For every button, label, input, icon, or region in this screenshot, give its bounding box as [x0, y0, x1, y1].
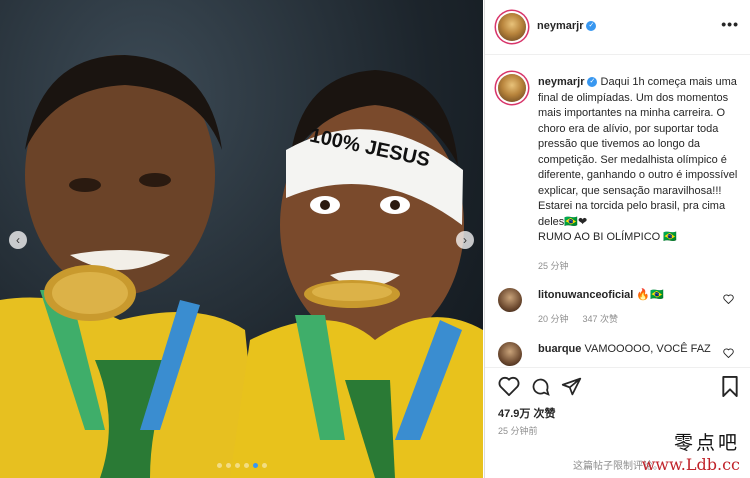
caption-text: neymarjr ✓ Daqui 1h começa mais uma final… — [538, 75, 743, 246]
next-image-button[interactable]: › — [456, 231, 474, 249]
caption-author-avatar[interactable] — [498, 74, 526, 102]
previous-image-button[interactable]: ‹ — [9, 231, 27, 249]
post-side-panel: neymarjr ✓ ••• neymarjr ✓ Daqui 1h começa … — [484, 0, 750, 478]
comment-item: buarque VAMOOOOO, VOCÊ FAZ E FEZ PARTE D… — [485, 342, 750, 366]
post-photo-illustration: 100% JESUS — [0, 55, 483, 478]
site-watermark: 零点吧 www.Ldb.cc — [642, 428, 740, 474]
carousel-dot — [217, 463, 222, 468]
carousel-dot — [244, 463, 249, 468]
comment-text: buarque VAMOOOOO, VOCÊ FAZ E FEZ PARTE D… — [538, 343, 713, 355]
commenter-avatar[interactable] — [498, 342, 522, 366]
caption-timestamp: 25 分钟 — [538, 261, 569, 271]
commenter-avatar[interactable] — [498, 288, 522, 312]
author-avatar[interactable] — [498, 13, 526, 41]
save-bookmark-icon[interactable] — [721, 376, 739, 397]
like-heart-icon[interactable] — [498, 376, 520, 396]
comment-likes[interactable]: 347 次赞 — [583, 314, 619, 324]
carousel-indicator — [217, 463, 267, 468]
comment-meta: 20 分钟 347 次赞 — [538, 312, 632, 325]
caption-line: RUMO AO BI OLÍMPICO 🇧🇷 — [538, 231, 677, 243]
likes-count[interactable]: 47.9万 次赞 — [498, 405, 555, 421]
caption-line: Daqui 1h começa mais uma final de olimpí… — [538, 76, 738, 197]
carousel-dot — [226, 463, 231, 468]
watermark-title: 零点吧 — [673, 432, 740, 454]
verified-badge-icon: ✓ — [587, 77, 598, 88]
comment-text: litonuwanceoficial 🔥🇧🇷 — [538, 289, 664, 301]
caption-username[interactable]: neymarjr ✓ — [538, 76, 598, 88]
commenter-username[interactable]: litonuwanceoficial — [538, 289, 633, 301]
more-options-icon[interactable]: ••• — [721, 16, 739, 32]
verified-badge-icon: ✓ — [586, 21, 597, 32]
comment-time: 20 分钟 — [538, 314, 569, 324]
comment-bubble-icon[interactable] — [530, 376, 551, 397]
commenter-username[interactable]: buarque — [538, 343, 581, 355]
comment-item: litonuwanceoficial 🔥🇧🇷 20 分钟 347 次赞 — [485, 288, 750, 324]
like-comment-heart-icon[interactable] — [723, 348, 734, 358]
post-header: neymarjr ✓ ••• — [485, 0, 750, 55]
carousel-dot-active — [253, 463, 258, 468]
carousel-dot — [235, 463, 240, 468]
post-timestamp[interactable]: 25 分钟前 — [498, 424, 538, 437]
like-comment-heart-icon[interactable] — [723, 294, 734, 304]
author-username[interactable]: neymarjr ✓ — [537, 20, 597, 32]
carousel-dot — [262, 463, 267, 468]
post-image[interactable]: 100% JESUS ‹ › — [0, 0, 483, 478]
caption-line: Estarei na torcida pelo brasil, pra cima… — [538, 200, 726, 228]
share-paper-plane-icon[interactable] — [561, 376, 582, 397]
watermark-url: www.Ldb.cc — [641, 455, 740, 474]
action-icon-row — [498, 376, 582, 397]
